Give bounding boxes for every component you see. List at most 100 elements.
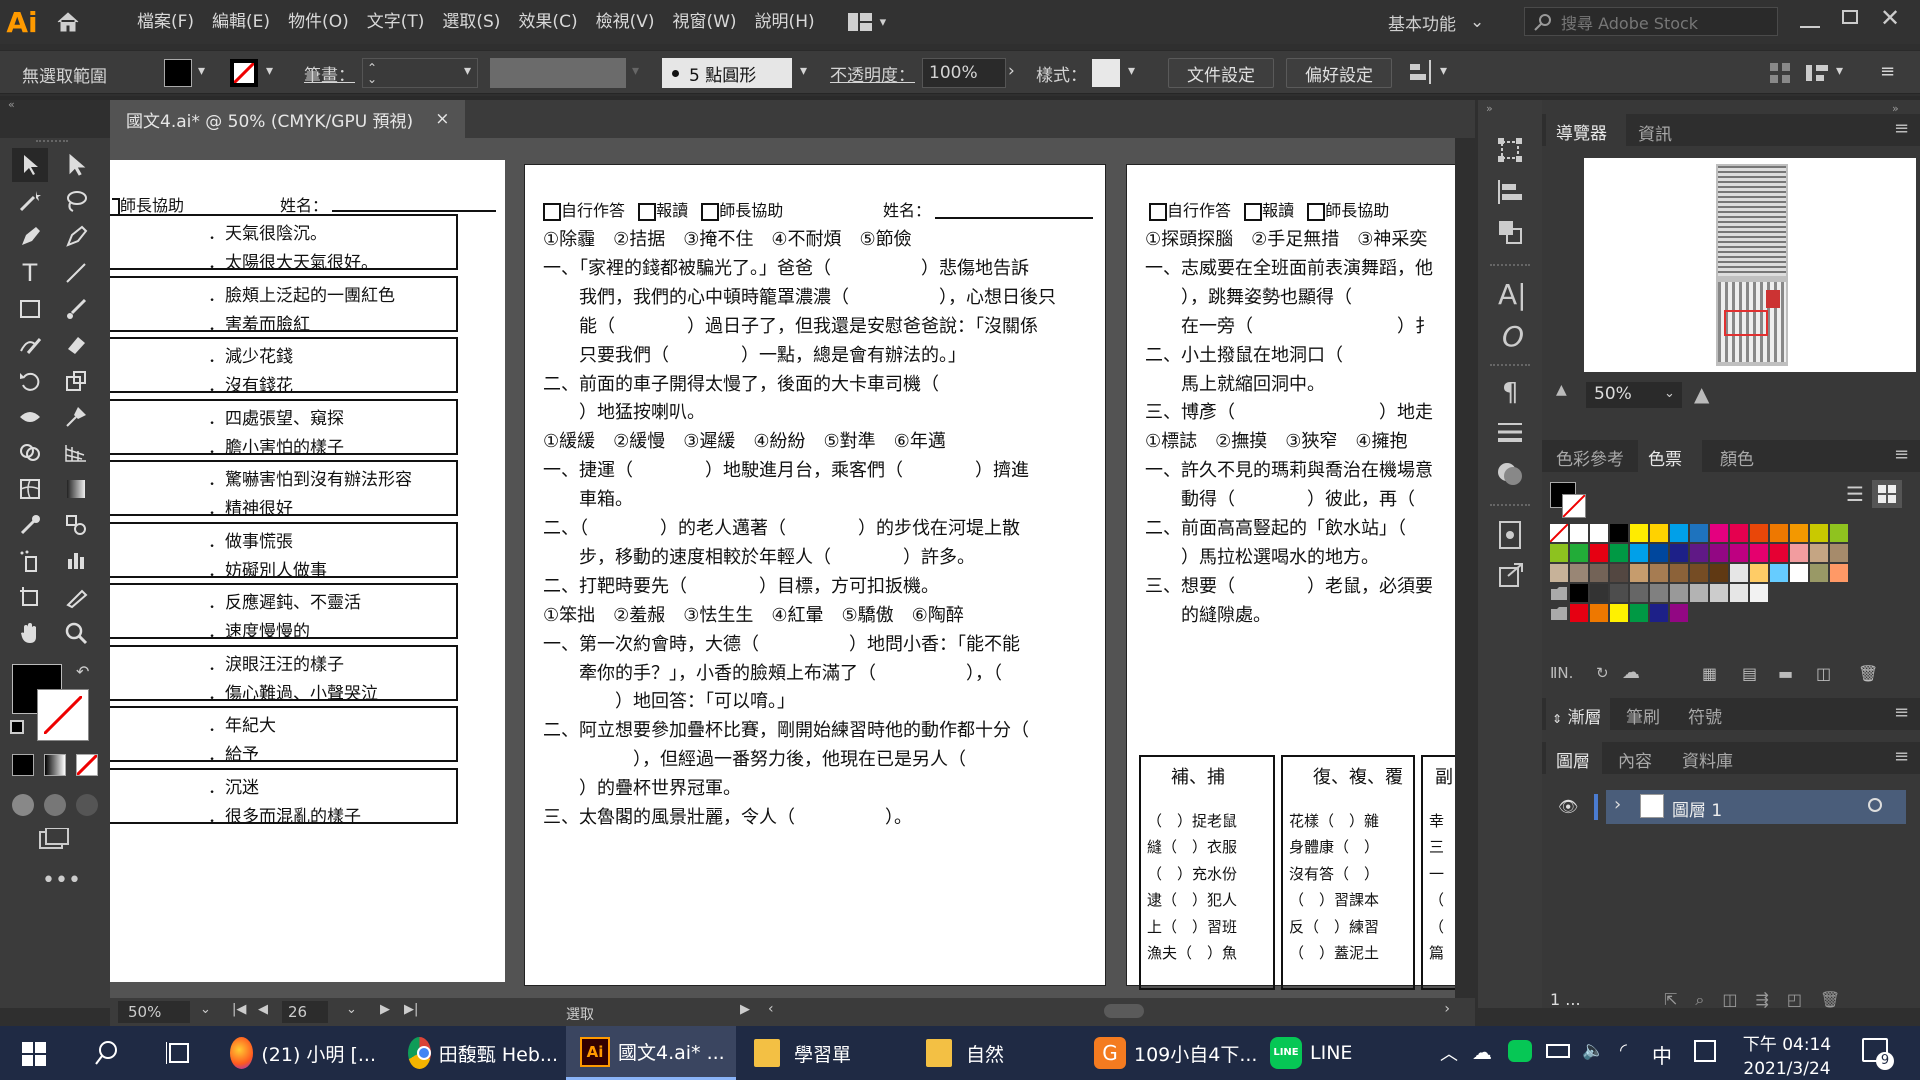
color-swatch[interactable] bbox=[1710, 544, 1728, 562]
pen-tool-icon[interactable] bbox=[12, 220, 48, 254]
swatch-library-icon[interactable]: ⅡN. bbox=[1550, 664, 1573, 682]
menu-view[interactable]: 檢視(V) bbox=[587, 0, 664, 44]
show-swatch-kinds-icon[interactable]: ▦ bbox=[1702, 664, 1717, 683]
taskbar-app-chrome[interactable]: 田馥甄 Heb... bbox=[408, 1026, 558, 1080]
layers-menu-icon[interactable]: ≡ bbox=[1894, 746, 1909, 767]
layers-footer-buttons[interactable]: ⇱⌕◫⇶◰🗑 bbox=[1664, 990, 1858, 1010]
expand-layer-icon[interactable]: › bbox=[1614, 794, 1621, 815]
menu-object[interactable]: 物件(O) bbox=[279, 0, 358, 44]
canvas-horizontal-scrollbar[interactable]: ‹ › bbox=[764, 1000, 1454, 1022]
menu-effect[interactable]: 效果(C) bbox=[509, 0, 586, 44]
tab-info[interactable]: 資訊 bbox=[1638, 120, 1672, 145]
color-swatch[interactable] bbox=[1710, 524, 1728, 542]
list-view-icon[interactable]: ☰ bbox=[1846, 482, 1864, 506]
menu-help[interactable]: 說明(H) bbox=[746, 0, 824, 44]
transform-panel-icon[interactable] bbox=[1806, 63, 1832, 83]
input-mode-icon[interactable] bbox=[1694, 1040, 1716, 1062]
color-swatch[interactable] bbox=[1650, 544, 1668, 562]
color-swatch[interactable] bbox=[1810, 524, 1828, 542]
color-swatch[interactable] bbox=[1710, 564, 1728, 582]
blend-tool-icon[interactable] bbox=[58, 508, 94, 542]
battery-icon[interactable] bbox=[1546, 1044, 1570, 1058]
color-swatch[interactable] bbox=[1750, 544, 1768, 562]
brush-dropdown-icon[interactable]: ▾ bbox=[800, 63, 807, 79]
default-fill-stroke-icon[interactable] bbox=[10, 720, 24, 734]
taskbar-app-line[interactable]: LINE LINE bbox=[1270, 1026, 1390, 1080]
layer-name[interactable]: 圖層 1 bbox=[1672, 796, 1722, 821]
color-swatch[interactable] bbox=[1630, 544, 1648, 562]
onedrive-icon[interactable]: ☁ bbox=[1472, 1040, 1492, 1064]
search-icon[interactable] bbox=[94, 1040, 120, 1066]
color-swatch[interactable] bbox=[1710, 584, 1728, 602]
line-tool-icon[interactable] bbox=[58, 256, 94, 290]
lasso-tool-icon[interactable] bbox=[58, 184, 94, 218]
menu-type[interactable]: 文字(T) bbox=[358, 0, 434, 44]
tab-color-guide[interactable]: 色彩參考 bbox=[1556, 445, 1624, 470]
color-swatch[interactable] bbox=[1670, 564, 1688, 582]
menu-edit[interactable]: 編輯(E) bbox=[203, 0, 279, 44]
visibility-eye-icon[interactable]: 👁 bbox=[1558, 797, 1578, 816]
draw-normal-icon[interactable] bbox=[12, 794, 34, 816]
color-swatch[interactable] bbox=[1750, 564, 1768, 582]
artboard-number-field[interactable]: 26 bbox=[282, 1001, 328, 1023]
color-swatch[interactable] bbox=[1790, 564, 1808, 582]
color-swatch[interactable] bbox=[1650, 564, 1668, 582]
color-swatch[interactable] bbox=[1810, 564, 1828, 582]
rotate-tool-icon[interactable] bbox=[12, 364, 48, 398]
transparency-panel-icon[interactable] bbox=[1496, 460, 1524, 488]
column-graph-tool-icon[interactable] bbox=[58, 544, 94, 578]
color-swatch[interactable] bbox=[1790, 524, 1808, 542]
color-swatch[interactable] bbox=[1570, 544, 1588, 562]
clock[interactable]: 下午 04:14 2021/3/24 bbox=[1742, 1030, 1832, 1079]
mesh-tool-icon[interactable] bbox=[12, 472, 48, 506]
panel-menu-icon[interactable]: ≡ bbox=[1880, 61, 1895, 82]
character-panel-icon[interactable]: A| bbox=[1498, 278, 1527, 311]
paragraph-panel-icon[interactable]: ¶ bbox=[1502, 378, 1519, 408]
next-artboard-button[interactable]: ▶ bbox=[380, 1002, 390, 1017]
line-tray-icon[interactable] bbox=[1508, 1040, 1532, 1062]
color-swatch[interactable] bbox=[1610, 524, 1628, 542]
color-swatch[interactable] bbox=[1770, 544, 1788, 562]
color-swatch[interactable] bbox=[1790, 544, 1808, 562]
color-swatch[interactable] bbox=[1690, 584, 1708, 602]
curvature-tool-icon[interactable] bbox=[58, 220, 94, 254]
menu-select[interactable]: 選取(S) bbox=[433, 0, 509, 44]
color-swatch[interactable] bbox=[1690, 524, 1708, 542]
menu-window[interactable]: 視窗(W) bbox=[663, 0, 745, 44]
volume-icon[interactable]: 🔈 bbox=[1582, 1040, 1604, 1061]
color-swatch[interactable] bbox=[1690, 544, 1708, 562]
hand-tool-icon[interactable] bbox=[12, 616, 48, 650]
workspace-switcher[interactable]: 基本功能 ⌄ bbox=[1388, 0, 1484, 44]
layer-target-icon[interactable] bbox=[1868, 798, 1882, 812]
color-swatch[interactable] bbox=[1590, 524, 1608, 542]
gradient-mode-button[interactable] bbox=[44, 754, 66, 776]
symbol-sprayer-tool-icon[interactable] bbox=[12, 544, 48, 578]
direct-selection-tool-icon[interactable] bbox=[58, 148, 94, 182]
tab-color[interactable]: 顏色 bbox=[1720, 445, 1754, 470]
delete-swatch-icon[interactable]: 🗑 bbox=[1858, 664, 1878, 683]
tab-brushes[interactable]: 筆刷 bbox=[1626, 703, 1660, 728]
color-swatch[interactable] bbox=[1550, 564, 1568, 582]
color-swatch[interactable] bbox=[1670, 604, 1688, 622]
collapse-toolbar-icon[interactable]: « bbox=[8, 98, 15, 111]
stroke-swatch[interactable] bbox=[230, 59, 258, 87]
color-swatch[interactable] bbox=[1730, 524, 1748, 542]
previous-artboard-button[interactable]: ◀ bbox=[258, 1002, 268, 1017]
color-swatch[interactable] bbox=[1670, 524, 1688, 542]
opacity-label[interactable]: 不透明度： bbox=[830, 61, 915, 86]
navigator-menu-icon[interactable]: ≡ bbox=[1894, 118, 1909, 139]
width-tool-icon[interactable] bbox=[12, 400, 48, 434]
draw-inside-icon[interactable] bbox=[76, 794, 98, 816]
draw-behind-icon[interactable] bbox=[44, 794, 66, 816]
stroke-panel-icon[interactable] bbox=[1496, 420, 1524, 444]
eraser-tool-icon[interactable] bbox=[58, 328, 94, 362]
start-button[interactable] bbox=[22, 1042, 46, 1066]
minimize-button[interactable] bbox=[1800, 14, 1820, 28]
restore-button[interactable] bbox=[1842, 10, 1858, 24]
document-tab[interactable]: 國文4.ai* @ 50% (CMYK/GPU 預視) × bbox=[110, 100, 465, 138]
taskbar-app-folder-science[interactable]: 自然 bbox=[926, 1026, 1046, 1080]
new-swatch-icon[interactable]: ◫ bbox=[1816, 664, 1831, 683]
glyphs-panel-icon[interactable]: O bbox=[1502, 320, 1524, 353]
fill-dropdown-icon[interactable]: ▾ bbox=[198, 63, 205, 79]
color-swatch[interactable] bbox=[1590, 564, 1608, 582]
